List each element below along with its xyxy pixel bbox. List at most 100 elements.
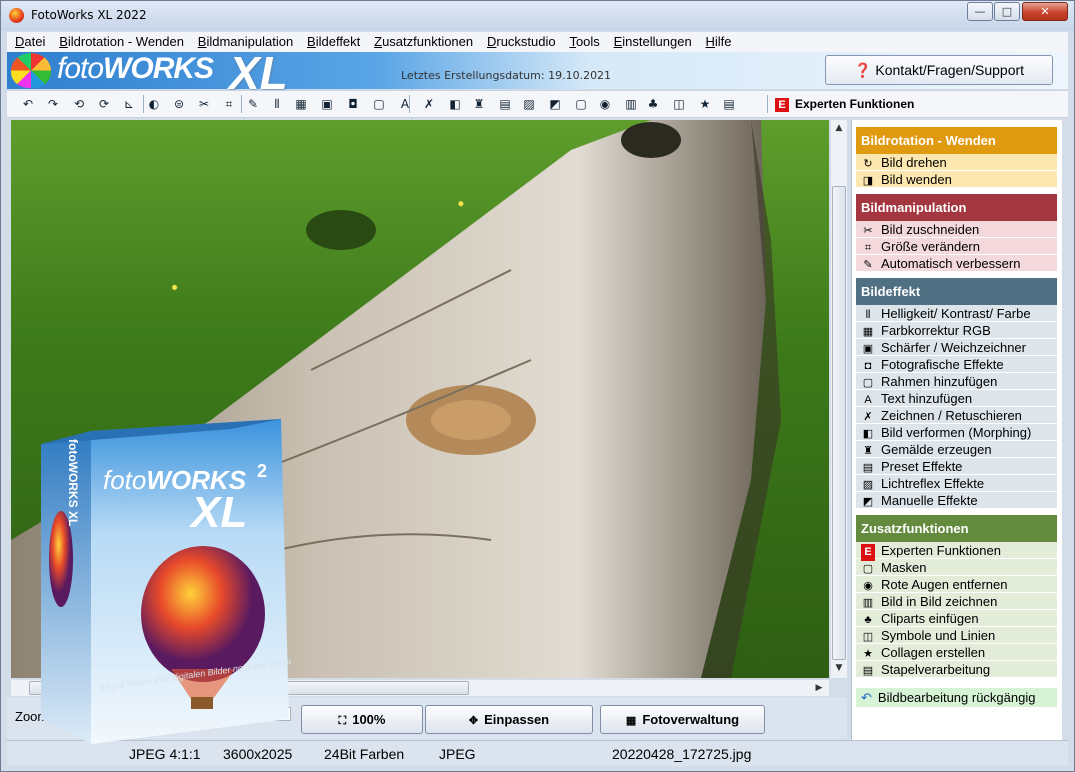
section-header-manipulation[interactable]: Bildmanipulation bbox=[856, 194, 1057, 221]
rotate-free-icon[interactable]: ⊾ bbox=[121, 96, 137, 112]
star-icon[interactable]: ★ bbox=[697, 96, 713, 112]
menu-bar: Datei Bildrotation - Wenden Bildmanipula… bbox=[7, 32, 1068, 52]
rotate-right-icon[interactable]: ↷ bbox=[45, 96, 61, 112]
mask-icon[interactable]: ▢ bbox=[573, 96, 589, 112]
sidebar-item-effekt-5[interactable]: A Text hinzufügen bbox=[856, 390, 1057, 407]
sidebar-item-label: Masken bbox=[881, 560, 927, 575]
vertical-scrollbar[interactable]: ▲ ▼ bbox=[830, 120, 847, 678]
sidebar-item-effekt-11[interactable]: ◩ Manuelle Effekte bbox=[856, 492, 1057, 509]
rotate-cw-icon[interactable]: ⟳ bbox=[96, 96, 112, 112]
sidebar-item-manipulation-1[interactable]: ⌗ Größe verändern bbox=[856, 238, 1057, 255]
sidebar-item-label: Text hinzufügen bbox=[881, 391, 973, 406]
sidebar-item-icon: ✎ bbox=[863, 259, 873, 271]
levels-icon[interactable]: ⫴ bbox=[269, 96, 285, 112]
sharpen-icon[interactable]: ▣ bbox=[319, 96, 335, 112]
clipart-icon[interactable]: ♣ bbox=[645, 96, 661, 112]
color-icon[interactable]: ▦ bbox=[293, 96, 309, 112]
preset-icon[interactable]: ▤ bbox=[497, 96, 513, 112]
manual-icon[interactable]: ◩ bbox=[547, 96, 563, 112]
rotate-ccw-icon[interactable]: ⟲ bbox=[71, 96, 87, 112]
symbols-icon[interactable]: ◫ bbox=[671, 96, 687, 112]
text-icon[interactable]: A bbox=[397, 96, 413, 112]
sidebar-item-effekt-2[interactable]: ▣ Schärfer / Weichzeichner bbox=[856, 339, 1057, 356]
sidebar-item-label: Bild in Bild zeichnen bbox=[881, 594, 998, 609]
sidebar-item-effekt-6[interactable]: ✗ Zeichnen / Retuschieren bbox=[856, 407, 1057, 424]
paint-icon[interactable]: ♜ bbox=[471, 96, 487, 112]
sidebar-item-label: Cliparts einfügen bbox=[881, 611, 979, 626]
scroll-right-icon[interactable]: ▶ bbox=[811, 680, 827, 696]
sidebar-item-zusatz-0[interactable]: E Experten Funktionen bbox=[856, 542, 1057, 561]
toolbar-separator bbox=[143, 95, 144, 113]
undo-button[interactable]: ↶ Bildbearbeitung rückgängig bbox=[856, 688, 1057, 707]
app-icon bbox=[9, 8, 24, 23]
scroll-down-icon[interactable]: ▼ bbox=[831, 660, 847, 676]
section-header-zusatz[interactable]: Zusatzfunktionen bbox=[856, 515, 1057, 542]
section-header-rotation[interactable]: Bildrotation - Wenden bbox=[856, 127, 1057, 154]
sidebar-item-manipulation-0[interactable]: ✂ Bild zuschneiden bbox=[856, 221, 1057, 238]
cut-icon[interactable]: ✂ bbox=[196, 96, 212, 112]
fit-button[interactable]: ✥ Einpassen bbox=[425, 705, 593, 734]
sidebar-item-zusatz-4[interactable]: ♣ Cliparts einfügen bbox=[856, 610, 1057, 627]
photo-manager-button[interactable]: ▦ Fotoverwaltung bbox=[600, 705, 765, 734]
menu-zusatzfunktionen[interactable]: Zusatzfunktionen bbox=[374, 32, 473, 51]
auto-fix-icon[interactable]: ✎ bbox=[245, 96, 261, 112]
sidebar-item-label: Automatisch verbessern bbox=[881, 256, 1021, 271]
status-type: JPEG bbox=[439, 746, 476, 762]
sidebar-item-zusatz-6[interactable]: ★ Collagen erstellen bbox=[856, 644, 1057, 661]
menu-bildrotation[interactable]: Bildrotation - Wenden bbox=[59, 32, 184, 51]
sidebar-item-label: Bild wenden bbox=[881, 172, 952, 187]
close-button[interactable]: ✕ bbox=[1022, 2, 1068, 21]
question-icon: ❓ bbox=[853, 62, 872, 78]
scroll-up-icon[interactable]: ▲ bbox=[831, 120, 847, 136]
menu-einstellungen[interactable]: Einstellungen bbox=[614, 32, 692, 51]
sidebar-item-zusatz-5[interactable]: ◫ Symbole und Linien bbox=[856, 627, 1057, 644]
menu-datei[interactable]: Datei bbox=[15, 32, 45, 51]
vertical-scroll-thumb[interactable] bbox=[832, 186, 846, 660]
menu-druckstudio[interactable]: Druckstudio bbox=[487, 32, 556, 51]
sidebar-item-zusatz-7[interactable]: ▤ Stapelverarbeitung bbox=[856, 661, 1057, 678]
rotate-left-icon[interactable]: ↶ bbox=[20, 96, 36, 112]
morph-icon[interactable]: ◧ bbox=[447, 96, 463, 112]
sidebar-item-effekt-7[interactable]: ◧ Bild verformen (Morphing) bbox=[856, 424, 1057, 441]
menu-bildeffekt[interactable]: Bildeffekt bbox=[307, 32, 360, 51]
support-button[interactable]: ❓ Kontakt/Fragen/Support bbox=[825, 55, 1053, 85]
sidebar-item-effekt-9[interactable]: ▤ Preset Effekte bbox=[856, 458, 1057, 475]
expert-functions-button[interactable]: E Experten Funktionen bbox=[775, 97, 914, 112]
crop-icon[interactable]: ⌗ bbox=[221, 96, 237, 112]
sidebar-item-zusatz-3[interactable]: ▥ Bild in Bild zeichnen bbox=[856, 593, 1057, 610]
brand-logo: fotoWORKS bbox=[57, 52, 214, 85]
photo-effects-icon[interactable]: ◘ bbox=[345, 96, 361, 112]
draw-icon[interactable]: ✗ bbox=[421, 96, 437, 112]
sidebar-item-zusatz-2[interactable]: ◉ Rote Augen entfernen bbox=[856, 576, 1057, 593]
sidebar-item-label: Rote Augen entfernen bbox=[881, 577, 1008, 592]
picture-in-picture-icon[interactable]: ▥ bbox=[623, 96, 639, 112]
sidebar-item-label: Zeichnen / Retuschieren bbox=[881, 408, 1022, 423]
sidebar-item-rotation-1[interactable]: ◨ Bild wenden bbox=[856, 171, 1057, 188]
sidebar-item-effekt-10[interactable]: ▨ Lichtreflex Effekte bbox=[856, 475, 1057, 492]
menu-tools[interactable]: Tools bbox=[569, 32, 599, 51]
flip-vertical-icon[interactable]: ⊜ bbox=[171, 96, 187, 112]
sidebar-item-effekt-3[interactable]: ◘ Fotografische Effekte bbox=[856, 356, 1057, 373]
balloon-logo-icon bbox=[11, 53, 51, 88]
lightflare-icon[interactable]: ▨ bbox=[521, 96, 537, 112]
maximize-button[interactable]: □ bbox=[994, 2, 1020, 21]
sidebar-item-rotation-0[interactable]: ↻ Bild drehen bbox=[856, 154, 1057, 171]
batch-icon[interactable]: ▤ bbox=[721, 96, 737, 112]
red-eye-icon[interactable]: ◉ bbox=[597, 96, 613, 112]
menu-hilfe[interactable]: Hilfe bbox=[706, 32, 732, 51]
zoom-100-button[interactable]: ⛶ 100% bbox=[301, 705, 423, 734]
section-header-effekt[interactable]: Bildeffekt bbox=[856, 278, 1057, 305]
sidebar-item-effekt-0[interactable]: ⫴ Helligkeit/ Kontrast/ Farbe bbox=[856, 305, 1057, 322]
brand-banner: fotoWORKS XL Letztes Erstellungsdatum: 1… bbox=[7, 47, 1068, 99]
sidebar-item-zusatz-1[interactable]: ▢ Masken bbox=[856, 559, 1057, 576]
minimize-button[interactable]: — bbox=[967, 2, 993, 21]
sidebar-item-effekt-1[interactable]: ▦ Farbkorrektur RGB bbox=[856, 322, 1057, 339]
sidebar-item-label: Symbole und Linien bbox=[881, 628, 996, 643]
sidebar-item-effekt-4[interactable]: ▢ Rahmen hinzufügen bbox=[856, 373, 1057, 390]
sidebar-item-manipulation-2[interactable]: ✎ Automatisch verbessern bbox=[856, 255, 1057, 272]
section-effekt: Bildeffekt ⫴ Helligkeit/ Kontrast/ Farbe ▦ F… bbox=[856, 278, 1057, 509]
undo-icon: ↶ bbox=[861, 690, 872, 705]
flip-icon[interactable]: ◐ bbox=[146, 96, 162, 112]
sidebar-item-effekt-8[interactable]: ♜ Gemälde erzeugen bbox=[856, 441, 1057, 458]
frame-icon[interactable]: ▢ bbox=[371, 96, 387, 112]
